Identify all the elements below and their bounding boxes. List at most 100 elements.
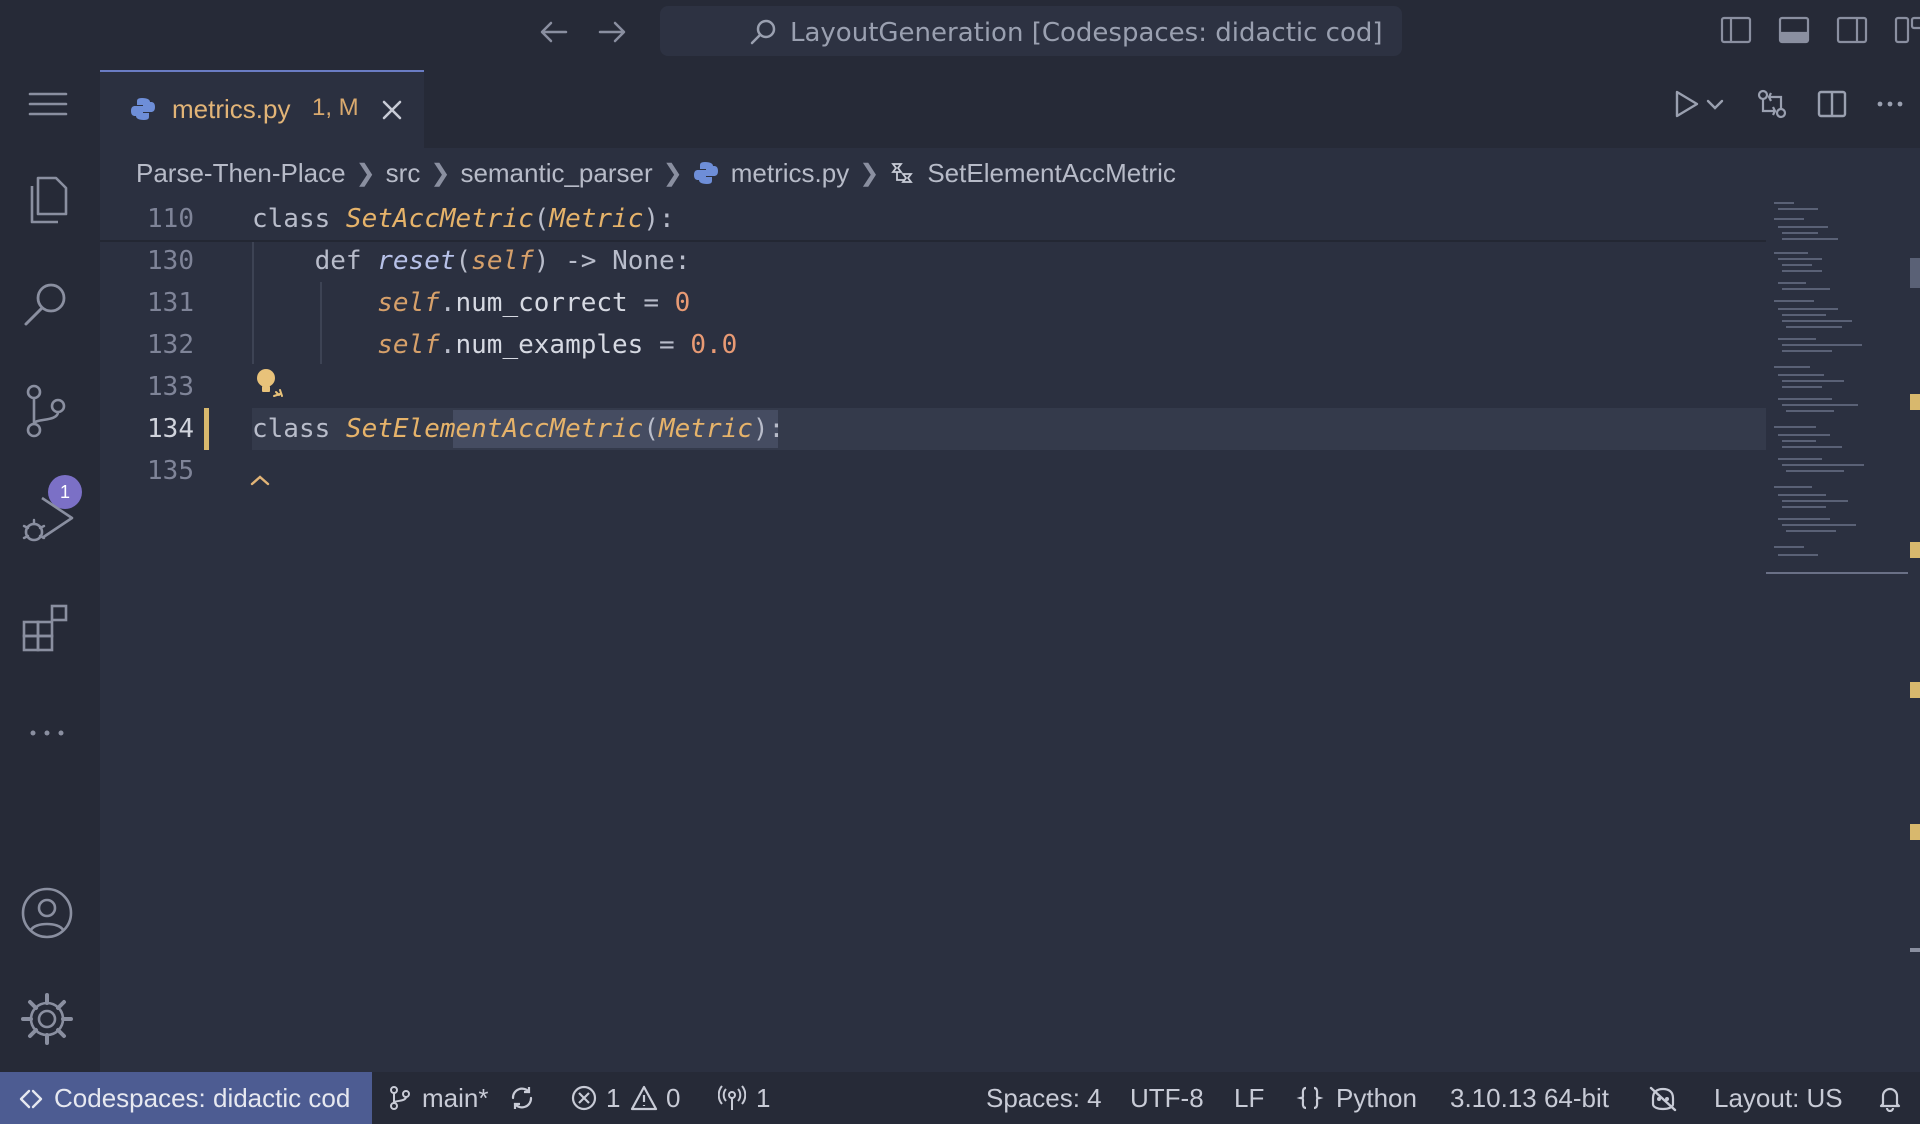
code-token: def: [252, 246, 378, 276]
code-token: num_correct: [455, 288, 628, 318]
git-branch[interactable]: main*: [422, 1083, 488, 1114]
settings-gear-icon[interactable]: [18, 990, 76, 1048]
run-python-file-icon[interactable]: [1668, 86, 1704, 122]
back-arrow-icon[interactable]: [536, 14, 572, 50]
chevron-right-icon: ❯: [355, 159, 376, 187]
line-number: 131: [147, 288, 194, 318]
line-number: 135: [147, 456, 194, 486]
chevron-right-icon: ❯: [430, 159, 451, 187]
code-text: self.num_examples = 0.0: [252, 324, 737, 366]
code-token: (: [455, 246, 472, 276]
chevron-right-icon: ❯: [859, 159, 880, 187]
remote-indicator[interactable]: Codespaces: didactic cod: [0, 1072, 372, 1124]
error-icon: [571, 1085, 597, 1111]
search-icon[interactable]: [18, 276, 76, 334]
extensions-icon[interactable]: [18, 596, 76, 654]
run-debug-icon[interactable]: [18, 490, 76, 548]
code-token: :: [674, 246, 691, 276]
toggle-panel-icon[interactable]: [1776, 12, 1812, 48]
code-editor[interactable]: 110 class SetAccMetric(Metric): 130 def re…: [100, 198, 1866, 1072]
ports-broadcast-icon: [718, 1085, 746, 1110]
explorer-icon[interactable]: [18, 170, 76, 228]
open-changes-icon[interactable]: [1754, 86, 1790, 122]
scrollbar-change-marker: [1910, 682, 1920, 698]
customize-layout-icon[interactable]: [1892, 12, 1920, 48]
python-interpreter[interactable]: 3.10.13 64-bit: [1450, 1083, 1609, 1114]
code-text: class SetAccMetric(Metric):: [252, 198, 675, 240]
code-token: =: [627, 288, 675, 318]
remote-label: Codespaces: didactic cod: [54, 1083, 351, 1113]
code-line[interactable]: 132 self.num_examples = 0.0: [100, 324, 1766, 366]
code-token: self: [252, 288, 440, 318]
code-line[interactable]: 130 def reset(self) -> None:: [100, 240, 1766, 282]
breadcrumb-item-file[interactable]: metrics.py: [731, 158, 849, 189]
more-actions-icon[interactable]: [1872, 86, 1908, 122]
breadcrumb-item-symbol[interactable]: SetElementAccMetric: [927, 158, 1176, 189]
code-token: None: [612, 246, 675, 276]
git-branch-icon: [390, 1086, 410, 1110]
scrollbar-thumb[interactable]: [1910, 258, 1920, 288]
code-line[interactable]: 110 class SetAccMetric(Metric):: [100, 198, 1766, 240]
breadcrumb-item-folder[interactable]: semantic_parser: [460, 158, 652, 189]
tab-status: 1, M: [312, 94, 359, 121]
code-token: =: [643, 330, 691, 360]
breadcrumb: Parse-Then-Place ❯ src ❯ semantic_parser…: [136, 154, 1176, 192]
code-line[interactable]: 135: [100, 450, 1766, 492]
code-token: ):: [752, 414, 785, 444]
sync-icon[interactable]: [508, 1084, 536, 1112]
activity-bar: 1: [0, 62, 100, 1072]
keyboard-layout[interactable]: Layout: US: [1714, 1083, 1843, 1114]
line-number: 132: [147, 330, 194, 360]
code-text: self.num_correct = 0: [252, 282, 690, 324]
lightbulb-icon[interactable]: [252, 366, 286, 400]
code-line[interactable]: 134 class SetElementAccMetric(Metric):: [100, 408, 1766, 450]
code-token: 0.0: [690, 330, 738, 360]
forward-arrow-icon[interactable]: [594, 14, 630, 50]
code-token: Metric: [549, 204, 644, 234]
chevron-down-icon[interactable]: [1704, 86, 1726, 122]
code-token: ) ->: [533, 246, 613, 276]
python-file-icon: [693, 162, 718, 184]
editor-tab-bar: metrics.py 1, M: [100, 62, 1920, 148]
breadcrumb-item-project[interactable]: Parse-Then-Place: [136, 158, 346, 189]
code-token: class: [252, 204, 346, 234]
language-mode[interactable]: Python: [1336, 1083, 1417, 1114]
forwarded-ports[interactable]: 1: [756, 1083, 770, 1114]
code-token: .: [439, 330, 456, 360]
indentation[interactable]: Spaces: 4: [986, 1083, 1102, 1114]
file-encoding[interactable]: UTF-8: [1130, 1083, 1204, 1114]
code-token: SetElementAccMetric: [345, 414, 644, 444]
copilot-disabled-icon[interactable]: [1648, 1084, 1678, 1112]
close-icon[interactable]: [378, 96, 406, 124]
code-line[interactable]: 131 self.num_correct = 0: [100, 282, 1766, 324]
tab-metrics-py[interactable]: metrics.py 1, M: [100, 70, 424, 148]
scrollbar-change-marker: [1910, 394, 1920, 410]
code-token: 0: [674, 288, 691, 318]
toggle-primary-sidebar-icon[interactable]: [1718, 12, 1754, 48]
warning-icon: [630, 1085, 658, 1111]
accounts-icon[interactable]: [18, 884, 76, 942]
problems-errors[interactable]: 1: [606, 1083, 620, 1114]
menu-icon[interactable]: [24, 80, 72, 128]
code-line[interactable]: 133: [100, 366, 1766, 408]
code-token: class: [252, 414, 346, 444]
more-icon[interactable]: [18, 704, 76, 762]
line-number: 134: [147, 414, 194, 444]
code-token: (: [643, 414, 659, 444]
breadcrumb-item-src[interactable]: src: [386, 158, 421, 189]
problems-warnings[interactable]: 0: [666, 1083, 680, 1114]
error-squiggle-icon: [250, 475, 270, 486]
symbol-class-icon: [891, 163, 914, 183]
toggle-secondary-sidebar-icon[interactable]: [1834, 12, 1870, 48]
minimap[interactable]: [1766, 196, 1920, 586]
source-control-icon[interactable]: [18, 382, 76, 440]
split-editor-icon[interactable]: [1814, 86, 1850, 122]
language-braces-icon: [1296, 1086, 1324, 1110]
command-center[interactable]: LayoutGeneration [Codespaces: didactic c…: [660, 6, 1402, 56]
end-of-line[interactable]: LF: [1234, 1083, 1264, 1114]
code-token: ):: [643, 204, 675, 234]
notifications-bell-icon[interactable]: [1876, 1084, 1904, 1112]
code-text: class SetElementAccMetric(Metric):: [252, 408, 784, 450]
code-text: def reset(self) -> None:: [252, 240, 691, 282]
line-number: 133: [147, 372, 194, 402]
